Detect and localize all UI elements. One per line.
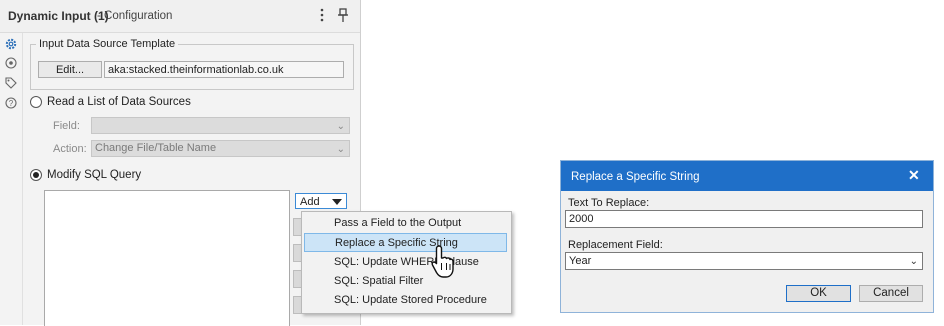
- panel-toolstrip: ?: [0, 33, 23, 325]
- add-button[interactable]: Add: [295, 193, 347, 209]
- dropdown-arrow-icon: [332, 199, 342, 205]
- cancel-button[interactable]: Cancel: [859, 285, 923, 302]
- read-list-radio[interactable]: [30, 96, 42, 108]
- menu-item-stored-procedure[interactable]: SQL: Update Stored Procedure: [304, 291, 507, 310]
- data-source-field[interactable]: aka:stacked.theinformationlab.co.uk: [104, 61, 344, 78]
- ok-button[interactable]: OK: [786, 285, 851, 302]
- modify-sql-radio[interactable]: [30, 169, 42, 181]
- chevron-down-icon: ⌄: [909, 256, 918, 267]
- replace-string-dialog: Replace a Specific String ✕ Text To Repl…: [560, 160, 934, 313]
- gear-icon[interactable]: [4, 37, 18, 51]
- add-button-label: Add: [300, 196, 320, 208]
- template-group-label: Input Data Source Template: [36, 38, 179, 50]
- help-icon[interactable]: ?: [4, 96, 18, 110]
- menu-item-pass-field[interactable]: Pass a Field to the Output: [304, 214, 507, 233]
- hand-cursor-icon: [431, 245, 454, 278]
- panel-subtitle: - Configuration: [97, 10, 173, 22]
- action-select-value: Change File/Table Name: [95, 142, 217, 154]
- edit-button[interactable]: Edit...: [38, 61, 102, 78]
- chevron-down-icon: ⌄: [336, 121, 345, 132]
- chevron-down-icon: ⌄: [336, 144, 345, 155]
- more-options-icon[interactable]: [318, 7, 326, 23]
- action-label: Action:: [53, 143, 87, 155]
- action-select[interactable]: Change File/Table Name ⌄: [91, 140, 350, 157]
- tag-icon[interactable]: [4, 76, 18, 90]
- field-select[interactable]: ⌄: [91, 117, 350, 134]
- menu-item-spatial-filter[interactable]: SQL: Spatial Filter: [304, 272, 507, 291]
- modify-sql-label: Modify SQL Query: [47, 169, 142, 181]
- add-dropdown-menu: Pass a Field to the Output Replace a Spe…: [301, 211, 512, 314]
- panel-title: Dynamic Input (1): [8, 9, 109, 23]
- field-label: Field:: [53, 120, 80, 132]
- replacement-field-value: Year: [569, 255, 592, 267]
- sql-actions-list[interactable]: [44, 190, 290, 326]
- read-list-label: Read a List of Data Sources: [47, 96, 191, 108]
- dialog-title: Replace a Specific String: [571, 171, 700, 183]
- panel-titlebar: Dynamic Input (1) - Configuration: [0, 0, 360, 33]
- replacement-field-select[interactable]: Year ⌄: [565, 252, 923, 270]
- close-icon[interactable]: ✕: [908, 167, 920, 184]
- settings-circle-icon[interactable]: [4, 56, 18, 70]
- pin-icon[interactable]: [336, 7, 350, 23]
- text-to-replace-label: Text To Replace:: [568, 197, 650, 209]
- text-to-replace-input[interactable]: 2000: [565, 210, 923, 228]
- replacement-field-label: Replacement Field:: [568, 239, 663, 251]
- dialog-titlebar: Replace a Specific String ✕: [561, 161, 933, 191]
- menu-item-update-where[interactable]: SQL: Update WHERE Clause: [304, 253, 507, 272]
- menu-item-replace-string[interactable]: Replace a Specific String: [304, 233, 507, 252]
- svg-text:?: ?: [9, 99, 14, 108]
